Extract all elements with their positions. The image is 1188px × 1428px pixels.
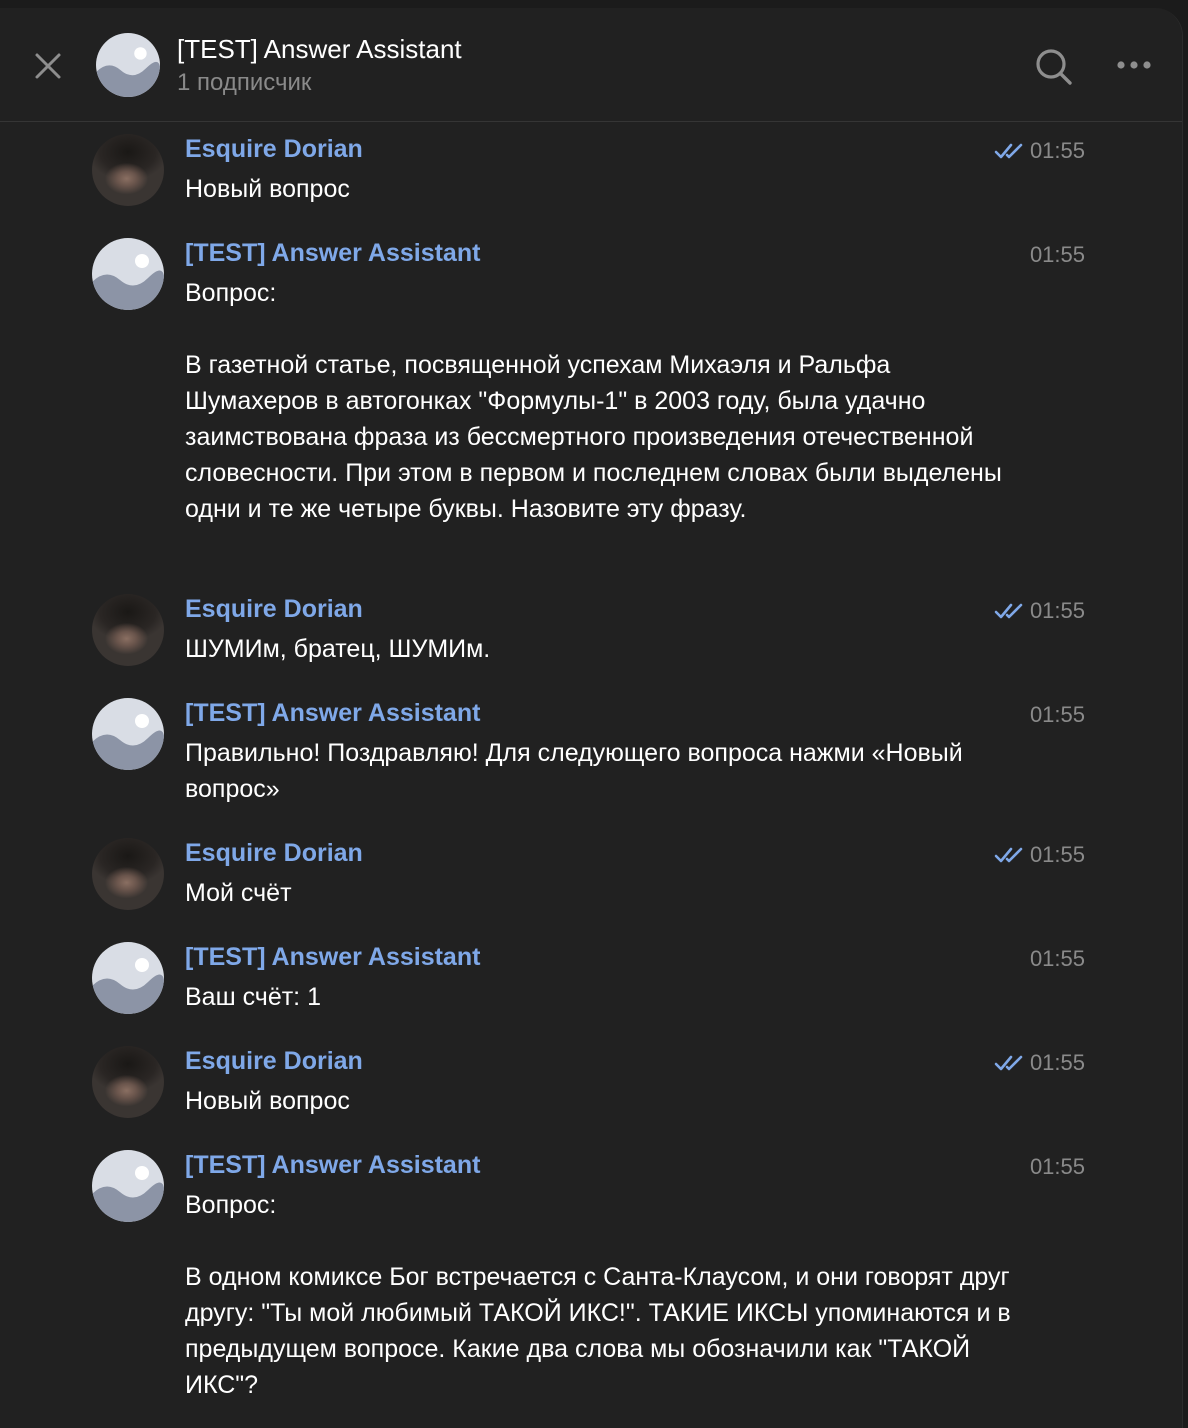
message-text: Вопрос: В газетной статье, посвященной у… xyxy=(185,279,1002,523)
bot-avatar[interactable] xyxy=(92,698,164,770)
channel-avatar[interactable] xyxy=(96,33,160,97)
message-text: Новый вопрос xyxy=(185,175,350,203)
message-time: 01:55 xyxy=(994,138,1085,164)
message-text: Мой счёт xyxy=(185,879,292,907)
time-label: 01:55 xyxy=(1029,842,1085,867)
double-check-icon xyxy=(994,847,1023,863)
more-dots-icon xyxy=(1117,61,1151,69)
close-button[interactable] xyxy=(28,46,68,86)
message-time: 01:55 xyxy=(1030,702,1085,728)
user-avatar[interactable] xyxy=(92,1046,164,1118)
message-time: 01:55 xyxy=(994,598,1085,624)
time-label: 01:55 xyxy=(1029,598,1085,623)
time-label: 01:55 xyxy=(1029,946,1085,971)
time-label: 01:55 xyxy=(1029,702,1085,727)
bot-avatar[interactable] xyxy=(92,1150,164,1222)
chat-title[interactable]: [TEST] Answer Assistant xyxy=(177,34,462,65)
user-avatar[interactable] xyxy=(92,594,164,666)
chat-window: [TEST] Answer Assistant 1 подписчик Esqu… xyxy=(0,8,1183,1428)
message-text: Вопрос: В одном комиксе Бог встречается … xyxy=(185,1191,1011,1399)
time-label: 01:55 xyxy=(1029,138,1085,163)
search-button[interactable] xyxy=(1032,45,1076,89)
message-author[interactable]: [TEST] Answer Assistant xyxy=(185,1151,480,1180)
message-author[interactable]: Esquire Dorian xyxy=(185,595,363,624)
user-avatar[interactable] xyxy=(92,838,164,910)
subscriber-count: 1 подписчик xyxy=(177,69,312,96)
message-time: 01:55 xyxy=(1030,242,1085,268)
time-label: 01:55 xyxy=(1029,1154,1085,1179)
message-author[interactable]: [TEST] Answer Assistant xyxy=(185,239,480,268)
bot-avatar[interactable] xyxy=(92,238,164,310)
message-author[interactable]: Esquire Dorian xyxy=(185,1047,363,1076)
time-label: 01:55 xyxy=(1029,1050,1085,1075)
message-author[interactable]: Esquire Dorian xyxy=(185,135,363,164)
message-text: Новый вопрос xyxy=(185,1087,350,1115)
double-check-icon xyxy=(994,1055,1023,1071)
more-button[interactable] xyxy=(1114,50,1154,80)
message-text: ШУМИм, братец, ШУМИм. xyxy=(185,635,491,663)
double-check-icon xyxy=(994,143,1023,159)
message-time: 01:55 xyxy=(994,1050,1085,1076)
search-icon xyxy=(1036,49,1072,85)
message-text: Правильно! Поздравляю! Для следующего во… xyxy=(185,739,970,803)
user-avatar[interactable] xyxy=(92,134,164,206)
message-time: 01:55 xyxy=(1030,1154,1085,1180)
chat-header: [TEST] Answer Assistant 1 подписчик xyxy=(0,8,1182,122)
close-icon xyxy=(35,53,61,79)
message-time: 01:55 xyxy=(1030,946,1085,972)
message-author[interactable]: Esquire Dorian xyxy=(185,839,363,868)
time-label: 01:55 xyxy=(1029,242,1085,267)
message-author[interactable]: [TEST] Answer Assistant xyxy=(185,943,480,972)
message-text: Ваш счёт: 1 xyxy=(185,983,321,1011)
message-author[interactable]: [TEST] Answer Assistant xyxy=(185,699,480,728)
double-check-icon xyxy=(994,603,1023,619)
message-time: 01:55 xyxy=(994,842,1085,868)
bot-avatar[interactable] xyxy=(92,942,164,1014)
